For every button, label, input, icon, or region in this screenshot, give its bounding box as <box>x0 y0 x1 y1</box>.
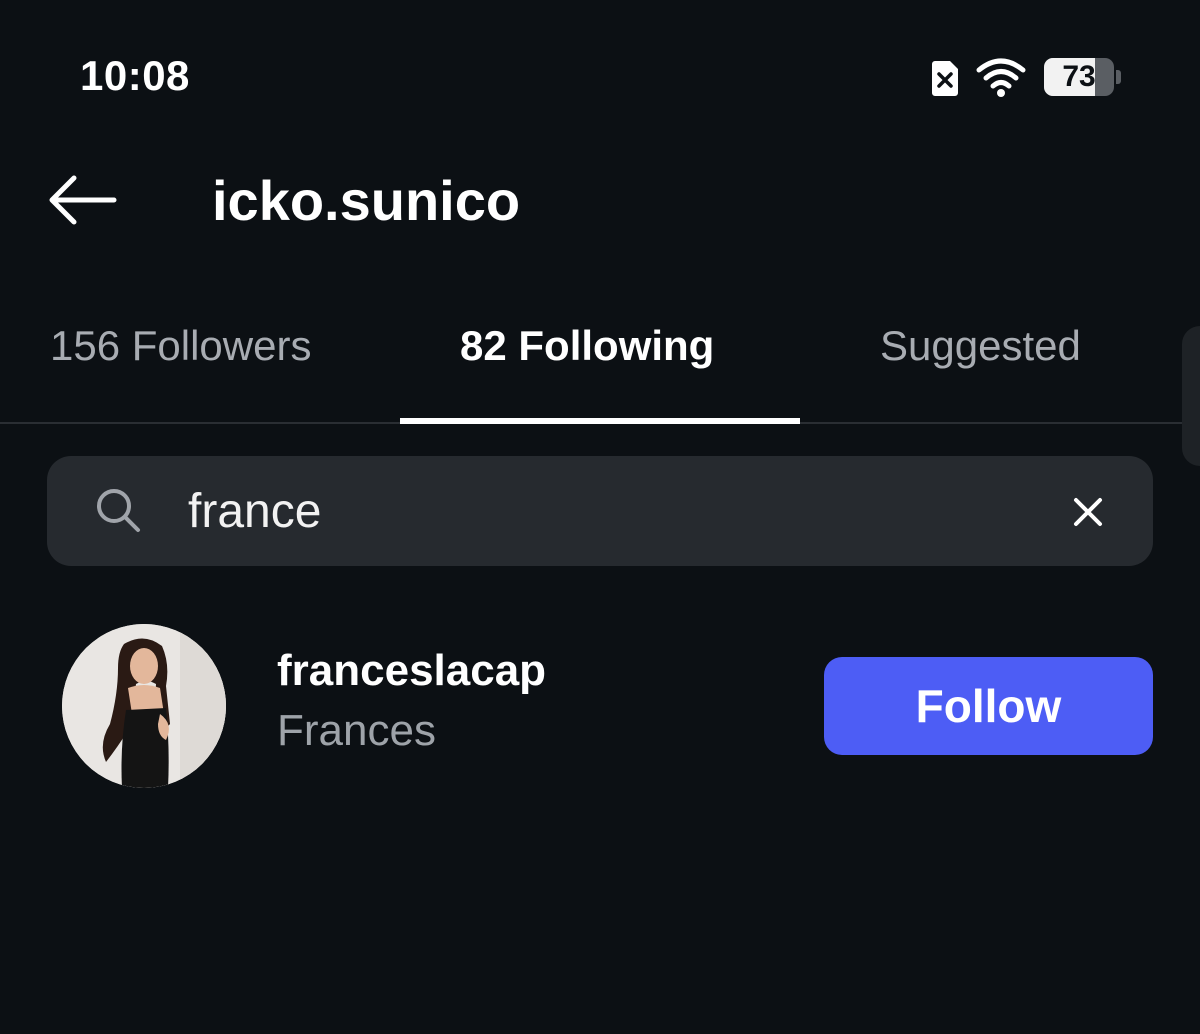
sim-off-icon <box>932 61 958 96</box>
battery-body: 73 <box>1044 58 1114 96</box>
follow-button[interactable]: Follow <box>824 657 1153 755</box>
status-bar: 10:08 73 <box>0 0 1200 150</box>
battery-percent: 73 <box>1062 60 1096 93</box>
avatar[interactable] <box>62 624 226 788</box>
result-full-name: Frances <box>277 706 436 755</box>
follow-tabs: 156 Followers 82 Following Suggested <box>0 300 1200 424</box>
profile-photo <box>62 624 226 788</box>
battery-tip <box>1116 70 1121 84</box>
page-title: icko.sunico <box>212 169 521 232</box>
wifi-icon <box>976 58 1026 97</box>
back-arrow-icon[interactable] <box>44 172 120 228</box>
status-time: 10:08 <box>80 52 190 99</box>
battery-icon: 73 <box>1044 58 1122 96</box>
active-tab-indicator <box>400 418 800 424</box>
result-username[interactable]: franceslacap <box>277 646 546 696</box>
list-item[interactable]: franceslacap Frances Follow <box>0 606 1200 806</box>
edge-panel-handle[interactable] <box>1182 326 1200 466</box>
tab-followers[interactable]: 156 Followers <box>50 322 311 370</box>
search-input[interactable] <box>188 474 1038 548</box>
tab-following[interactable]: 82 Following <box>460 322 714 370</box>
close-icon[interactable] <box>1060 484 1116 540</box>
tab-suggested[interactable]: Suggested <box>880 322 1081 370</box>
header: icko.sunico <box>0 150 1200 250</box>
search-icon <box>97 489 140 532</box>
